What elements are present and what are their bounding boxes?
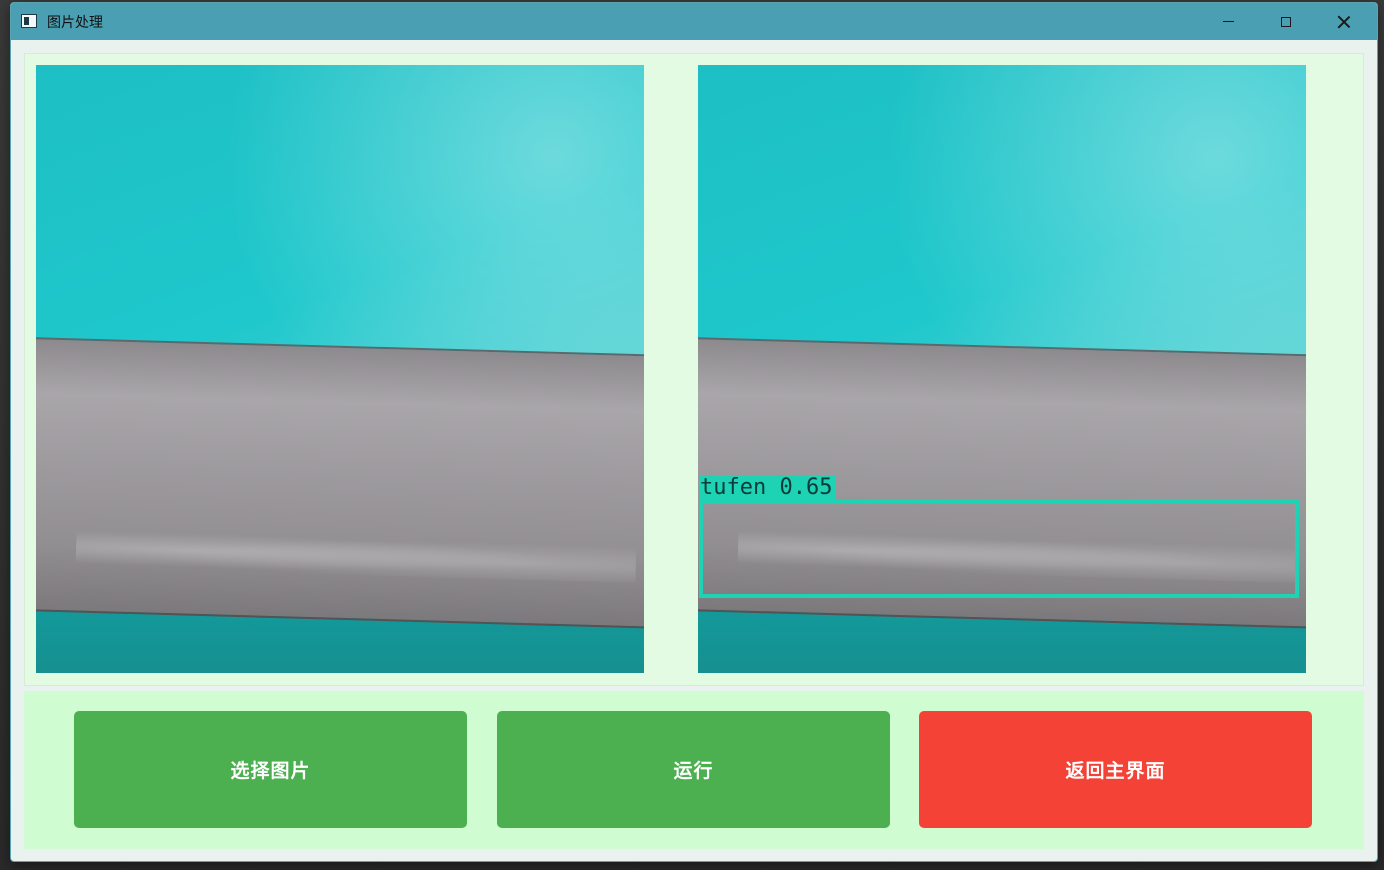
minimize-icon [1222, 21, 1234, 22]
close-icon [1337, 15, 1351, 29]
app-window-icon [21, 14, 37, 28]
maximize-button[interactable] [1257, 3, 1315, 40]
original-image [36, 65, 644, 673]
detection-bounding-box [699, 500, 1299, 598]
title-bar[interactable]: 图片处理 [11, 3, 1377, 40]
action-button-panel: 选择图片 运行 返回主界面 [24, 691, 1364, 849]
select-image-button[interactable]: 选择图片 [74, 711, 467, 828]
image-display-panel: tufen 0.65 [24, 53, 1364, 686]
metal-plate-region [36, 337, 644, 629]
detection-result-image: tufen 0.65 [698, 65, 1306, 673]
minimize-button[interactable] [1199, 3, 1257, 40]
window-title: 图片处理 [47, 15, 103, 31]
back-to-main-button[interactable]: 返回主界面 [919, 711, 1312, 828]
run-button[interactable]: 运行 [497, 711, 890, 828]
maximize-icon [1281, 16, 1291, 27]
detection-label: tufen 0.65 [699, 476, 836, 500]
close-button[interactable] [1315, 3, 1373, 40]
app-window: 图片处理 tufen 0.65 选择图片 运行 返回主界面 [10, 2, 1378, 862]
